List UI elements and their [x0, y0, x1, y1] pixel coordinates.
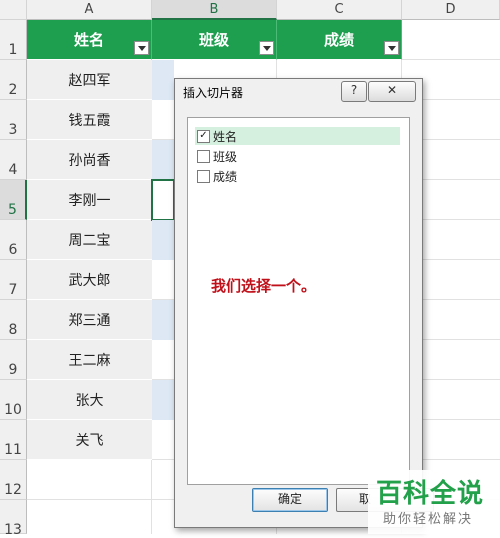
- row-header-10[interactable]: 10: [0, 380, 27, 420]
- header-class-label: 班级: [198, 31, 229, 49]
- help-button[interactable]: ?: [341, 81, 367, 102]
- name-cell[interactable]: 李刚一: [27, 180, 152, 220]
- chevron-down-icon: [387, 45, 396, 51]
- class-cell[interactable]: [152, 60, 174, 100]
- class-cell[interactable]: [152, 220, 174, 260]
- class-cell[interactable]: [152, 300, 174, 340]
- class-cell[interactable]: [152, 140, 174, 180]
- name-cell[interactable]: 郑三通: [27, 300, 152, 340]
- annotation-text: 我们选择一个。: [211, 277, 317, 295]
- row-header-12[interactable]: 12: [0, 460, 27, 500]
- chevron-down-icon: [262, 45, 271, 51]
- insert-slicer-dialog[interactable]: 插入切片器 ? ✕ ✓ 姓名 班级 成绩 我们选择一个。 确定 取: [174, 78, 434, 528]
- column-header-b[interactable]: B: [152, 0, 277, 20]
- column-header-c[interactable]: C: [277, 0, 402, 20]
- watermark-title: 百科全说: [376, 479, 485, 509]
- help-icon: ?: [350, 83, 358, 97]
- row-header-3[interactable]: 3: [0, 100, 27, 140]
- close-icon: ✕: [386, 83, 398, 97]
- filter-dropdown-class[interactable]: [259, 41, 274, 55]
- header-name-label: 姓名: [73, 31, 104, 49]
- name-cell[interactable]: 关飞: [27, 420, 152, 460]
- filter-dropdown-score[interactable]: [384, 41, 399, 55]
- name-cell[interactable]: 孙尚香: [27, 140, 152, 180]
- header-score-label: 成绩: [323, 31, 354, 49]
- filter-dropdown-name[interactable]: [134, 41, 149, 55]
- row-header-1[interactable]: 1: [0, 20, 27, 60]
- selected-cell-b5[interactable]: [151, 179, 175, 221]
- check-icon: ✓: [199, 130, 208, 141]
- name-cell[interactable]: 钱五霞: [27, 100, 152, 140]
- row-header-7[interactable]: 7: [0, 260, 27, 300]
- select-all-corner[interactable]: [0, 0, 27, 20]
- row-header-11[interactable]: 11: [0, 420, 27, 460]
- field-label: 成绩: [213, 169, 238, 184]
- watermark-subtitle: 助你轻松解决: [383, 512, 474, 527]
- field-item-class[interactable]: 班级: [197, 147, 237, 165]
- checkbox-unchecked[interactable]: [197, 169, 210, 183]
- row-header-6[interactable]: 6: [0, 220, 27, 260]
- checkbox-unchecked[interactable]: [197, 149, 210, 163]
- column-header-a[interactable]: A: [27, 0, 152, 20]
- class-cell[interactable]: [152, 380, 174, 420]
- dialog-title: 插入切片器: [183, 86, 244, 100]
- field-item-name[interactable]: ✓ 姓名: [195, 127, 400, 145]
- header-cell-class[interactable]: 班级: [152, 20, 277, 60]
- ok-button[interactable]: 确定: [252, 488, 328, 512]
- row-header-2[interactable]: 2: [0, 60, 27, 100]
- name-cell[interactable]: 周二宝: [27, 220, 152, 260]
- field-list[interactable]: ✓ 姓名 班级 成绩 我们选择一个。: [187, 117, 410, 485]
- name-cell[interactable]: 武大郎: [27, 260, 152, 300]
- row-header-13[interactable]: 13: [0, 500, 27, 538]
- field-label: 班级: [213, 149, 238, 164]
- watermark-logo: 百科全说 助你轻松解决: [368, 470, 500, 534]
- name-cell[interactable]: 赵四军: [27, 60, 152, 100]
- field-item-score[interactable]: 成绩: [197, 167, 237, 185]
- name-cell[interactable]: 王二麻: [27, 340, 152, 380]
- checkbox-checked[interactable]: ✓: [197, 129, 210, 143]
- row-header-4[interactable]: 4: [0, 140, 27, 180]
- row-header-9[interactable]: 9: [0, 340, 27, 380]
- header-cell-score[interactable]: 成绩: [277, 20, 402, 60]
- close-button[interactable]: ✕: [368, 81, 416, 102]
- column-header-d[interactable]: D: [402, 0, 500, 20]
- row-header-5[interactable]: 5: [0, 180, 27, 220]
- header-cell-name[interactable]: 姓名: [27, 20, 152, 60]
- row-header-8[interactable]: 8: [0, 300, 27, 340]
- field-label: 姓名: [213, 129, 238, 144]
- name-cell[interactable]: 张大: [27, 380, 152, 420]
- chevron-down-icon: [137, 45, 146, 51]
